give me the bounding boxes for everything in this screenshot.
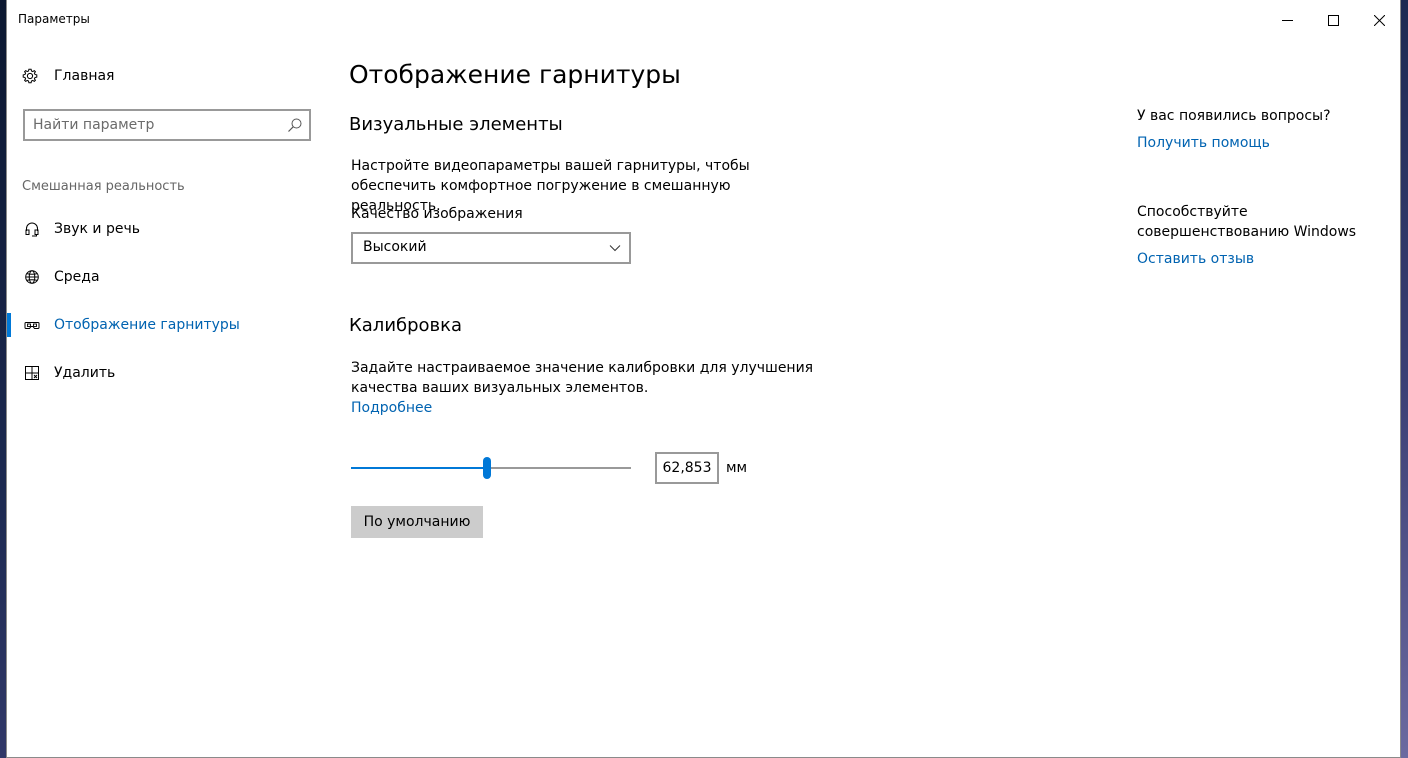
sidebar-item-environment[interactable]: Среда [7, 257, 327, 297]
feedback-text-line: совершенствованию Windows [1137, 224, 1357, 240]
window-title: Параметры [18, 12, 90, 26]
minimize-icon [1281, 19, 1293, 21]
page-title: Отображение гарнитуры [349, 60, 681, 89]
feedback-text: Способствуйте совершенствованию Windows [1137, 202, 1356, 242]
slider-thumb[interactable] [483, 457, 491, 479]
environment-icon [25, 270, 39, 284]
maximize-button[interactable] [1310, 0, 1356, 40]
quality-selected-value: Высокий [363, 239, 427, 255]
calibration-description-line: качества ваших визуальных элементов. [351, 380, 649, 396]
quality-label: Качество изображения [351, 206, 523, 222]
quality-dropdown[interactable]: Высокий [351, 232, 631, 264]
title-bar[interactable]: Параметры [7, 0, 1400, 40]
search-box[interactable] [23, 109, 311, 141]
headset-icon [25, 222, 39, 237]
sidebar-item-label: Удалить [54, 365, 116, 381]
slider-fill [351, 467, 487, 469]
calibration-unit: мм [726, 460, 748, 476]
sidebar-item-label: Среда [54, 269, 100, 285]
get-help-link[interactable]: Получить помощь [1137, 135, 1270, 151]
maximize-icon [1327, 14, 1339, 26]
home-label: Главная [54, 68, 115, 84]
headset-display-icon [24, 322, 40, 329]
feedback-link[interactable]: Оставить отзыв [1137, 251, 1254, 267]
feedback-text-line: Способствуйте [1137, 204, 1248, 220]
section-title: Смешанная реальность [22, 179, 185, 194]
calibration-description-line: Задайте настраиваемое значение калибровк… [351, 360, 814, 376]
sidebar-item-headset-display[interactable]: Отображение гарнитуры [7, 305, 327, 345]
calibration-heading: Калибровка [349, 315, 463, 336]
sidebar-item-label: Отображение гарнитуры [54, 317, 240, 333]
sidebar-item-uninstall[interactable]: Удалить [7, 353, 327, 393]
more-info-link[interactable]: Подробнее [351, 398, 821, 418]
close-icon [1373, 14, 1385, 26]
visuals-description-line: Настройте видеопараметры вашей гарнитуры… [351, 158, 750, 174]
sidebar-item-label: Звук и речь [54, 221, 140, 237]
search-icon[interactable] [287, 117, 303, 133]
gear-icon [22, 68, 38, 84]
close-button[interactable] [1356, 0, 1402, 40]
uninstall-icon [25, 366, 39, 380]
help-question: У вас появились вопросы? [1137, 108, 1331, 124]
minimize-button[interactable] [1264, 0, 1310, 40]
settings-window: Параметры Главная Смешанная реальность [6, 0, 1401, 758]
sidebar-item-sound-speech[interactable]: Звук и речь [7, 209, 327, 249]
reset-default-button[interactable]: По умолчанию [351, 506, 483, 538]
sidebar-home[interactable]: Главная [22, 66, 114, 86]
chevron-down-icon [609, 245, 621, 252]
search-input[interactable] [33, 116, 273, 134]
calibration-slider[interactable] [351, 456, 631, 480]
visuals-heading: Визуальные элементы [349, 114, 563, 135]
calibration-value-input[interactable]: 62,853 [655, 452, 719, 484]
calibration-description: Задайте настраиваемое значение калибровк… [351, 358, 821, 418]
